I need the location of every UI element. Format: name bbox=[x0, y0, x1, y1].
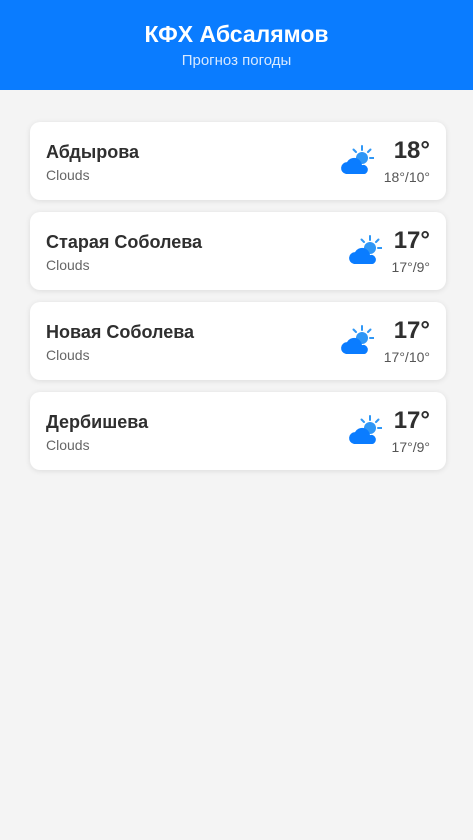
current-temp: 18° bbox=[393, 137, 430, 164]
current-temp: 17° bbox=[393, 227, 430, 254]
forecast-list: Абдырова Clouds 18° 18°/10° Старая Собол… bbox=[0, 90, 473, 470]
weather-condition: Clouds bbox=[46, 257, 90, 273]
temp-range: 17°/10° bbox=[383, 349, 430, 365]
location-card[interactable]: Новая Соболева Clouds 17° 17°/10° bbox=[30, 302, 446, 380]
temp-range: 18°/10° bbox=[383, 169, 430, 185]
location-name: Новая Соболева bbox=[46, 322, 195, 342]
temp-range: 17°/9° bbox=[391, 439, 430, 455]
cloud-sun-icon bbox=[348, 235, 382, 264]
weather-condition: Clouds bbox=[46, 437, 90, 453]
location-card[interactable]: Старая Соболева Clouds 17° 17°/9° bbox=[30, 212, 446, 290]
weather-condition: Clouds bbox=[46, 347, 90, 363]
page-title: КФХ Абсалямов bbox=[144, 21, 329, 47]
current-temp: 17° bbox=[393, 317, 430, 344]
temp-range: 17°/9° bbox=[391, 259, 430, 275]
app-header: КФХ Абсалямов Прогноз погоды bbox=[0, 0, 473, 90]
current-temp: 17° bbox=[393, 407, 430, 434]
page-subtitle: Прогноз погоды bbox=[181, 52, 292, 69]
location-name: Старая Соболева bbox=[46, 232, 203, 252]
weather-condition: Clouds bbox=[46, 167, 90, 183]
location-card[interactable]: Абдырова Clouds 18° 18°/10° bbox=[30, 122, 446, 200]
location-name: Абдырова bbox=[46, 142, 140, 162]
cloud-sun-icon bbox=[348, 415, 382, 444]
cloud-sun-icon bbox=[340, 145, 374, 174]
cloud-sun-icon bbox=[340, 325, 374, 354]
location-card[interactable]: Дербишева Clouds 17° 17°/9° bbox=[30, 392, 446, 470]
location-name: Дербишева bbox=[46, 412, 149, 432]
